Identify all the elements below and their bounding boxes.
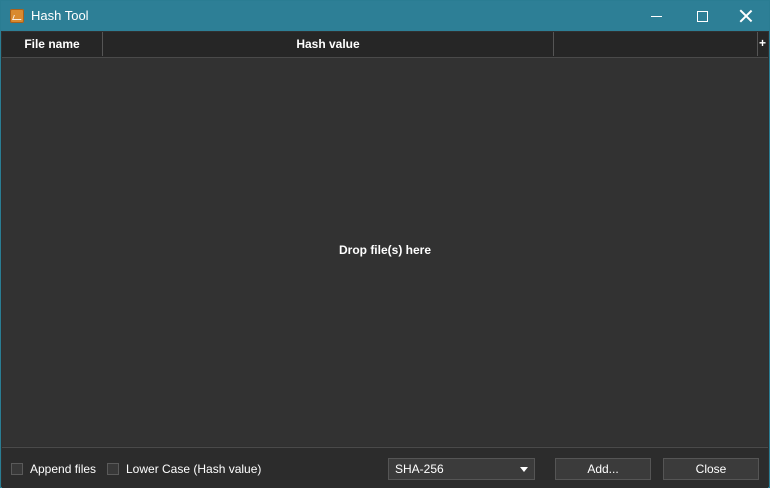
close-icon: [740, 10, 752, 22]
minimize-icon: [650, 15, 662, 17]
column-header-file-name[interactable]: File name: [2, 32, 103, 56]
close-window-button[interactable]: [723, 1, 769, 31]
bottom-toolbar: Append files Lower Case (Hash value) SHA…: [2, 447, 768, 488]
chevron-down-icon: [520, 467, 528, 472]
add-column-icon[interactable]: +: [757, 32, 768, 56]
hash-tool-window: Hash Tool File name Hash value + Drop fi…: [0, 0, 770, 488]
hash-algorithm-select[interactable]: SHA-256: [388, 458, 535, 480]
lower-case-label[interactable]: Lower Case (Hash value): [126, 462, 261, 476]
window-title: Hash Tool: [31, 8, 89, 23]
title-bar[interactable]: Hash Tool: [1, 1, 769, 31]
maximize-icon: [696, 10, 708, 22]
column-header-extra[interactable]: [554, 32, 758, 56]
maximize-button[interactable]: [679, 1, 725, 31]
add-button[interactable]: Add...: [555, 458, 651, 480]
minimize-button[interactable]: [633, 1, 679, 31]
append-files-checkbox[interactable]: [11, 463, 23, 475]
drop-files-text: Drop file(s) here: [338, 243, 431, 257]
app-icon: [10, 9, 24, 23]
close-button[interactable]: Close: [663, 458, 759, 480]
hash-algorithm-value: SHA-256: [395, 462, 444, 476]
drop-area[interactable]: Drop file(s) here: [2, 58, 768, 446]
table-header: File name Hash value +: [2, 32, 768, 58]
append-files-label[interactable]: Append files: [30, 462, 96, 476]
column-header-hash-value[interactable]: Hash value: [103, 32, 554, 56]
lower-case-checkbox[interactable]: [107, 463, 119, 475]
